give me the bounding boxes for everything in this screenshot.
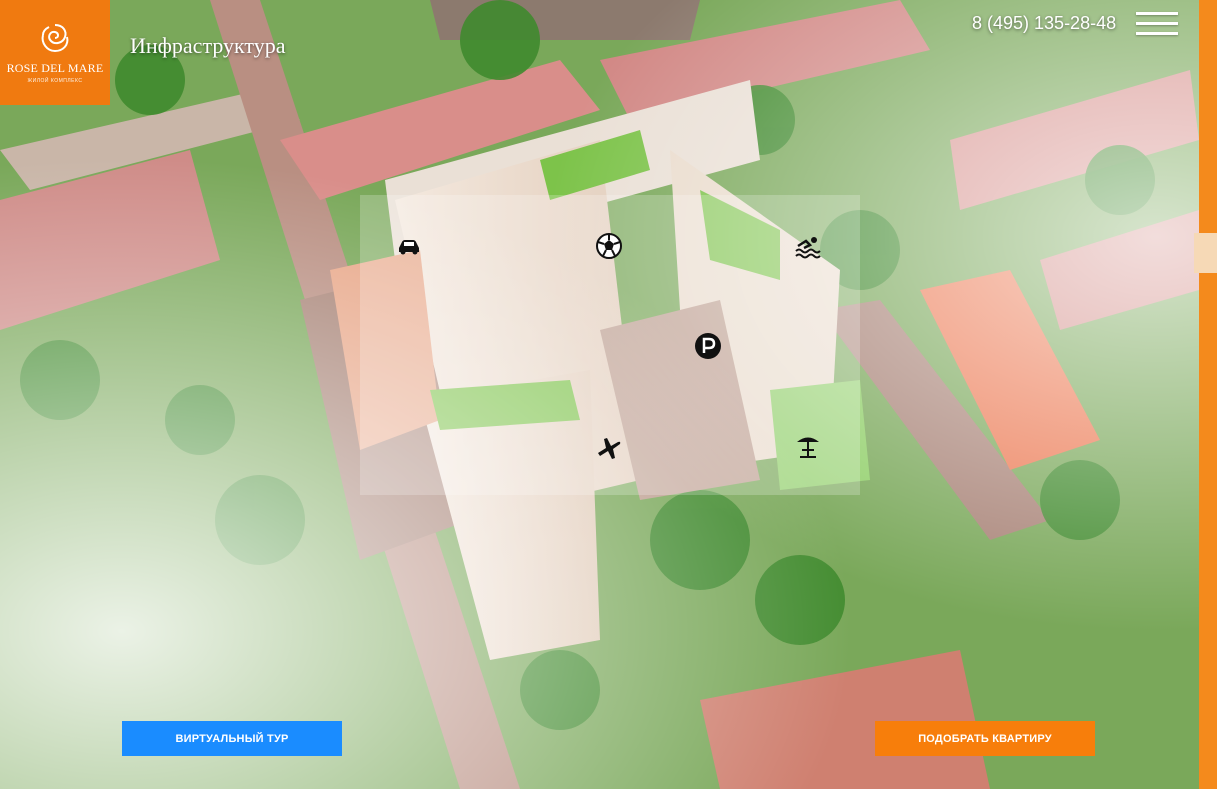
logo-name: ROSE DEL MARE: [6, 61, 104, 75]
football-icon[interactable]: [591, 228, 627, 264]
pick-apartment-button[interactable]: ПОДОБРАТЬ КВАРТИРУ: [875, 721, 1095, 756]
rose-logo-icon: [41, 24, 69, 53]
parking-icon[interactable]: [690, 328, 726, 364]
car-icon[interactable]: [391, 228, 427, 264]
phone-number[interactable]: 8 (495) 135-28-48: [972, 13, 1116, 34]
beach-umbrella-icon[interactable]: [790, 428, 826, 464]
swimming-icon[interactable]: [790, 228, 826, 264]
airplane-icon[interactable]: [591, 428, 627, 464]
virtual-tour-button[interactable]: ВИРТУАЛЬНЫЙ ТУР: [122, 721, 342, 756]
rail-tab[interactable]: [1194, 233, 1217, 273]
right-edge-rail: [1194, 0, 1217, 789]
page-title: Инфраструктура: [130, 33, 286, 58]
logo-subtitle: ЖИЛОЙ КОМПЛЕКС: [27, 78, 83, 84]
hamburger-icon[interactable]: [1136, 12, 1178, 36]
aerial-render: [0, 0, 1217, 789]
brand-logo[interactable]: ROSE DEL MARE ЖИЛОЙ КОМПЛЕКС: [0, 0, 110, 105]
